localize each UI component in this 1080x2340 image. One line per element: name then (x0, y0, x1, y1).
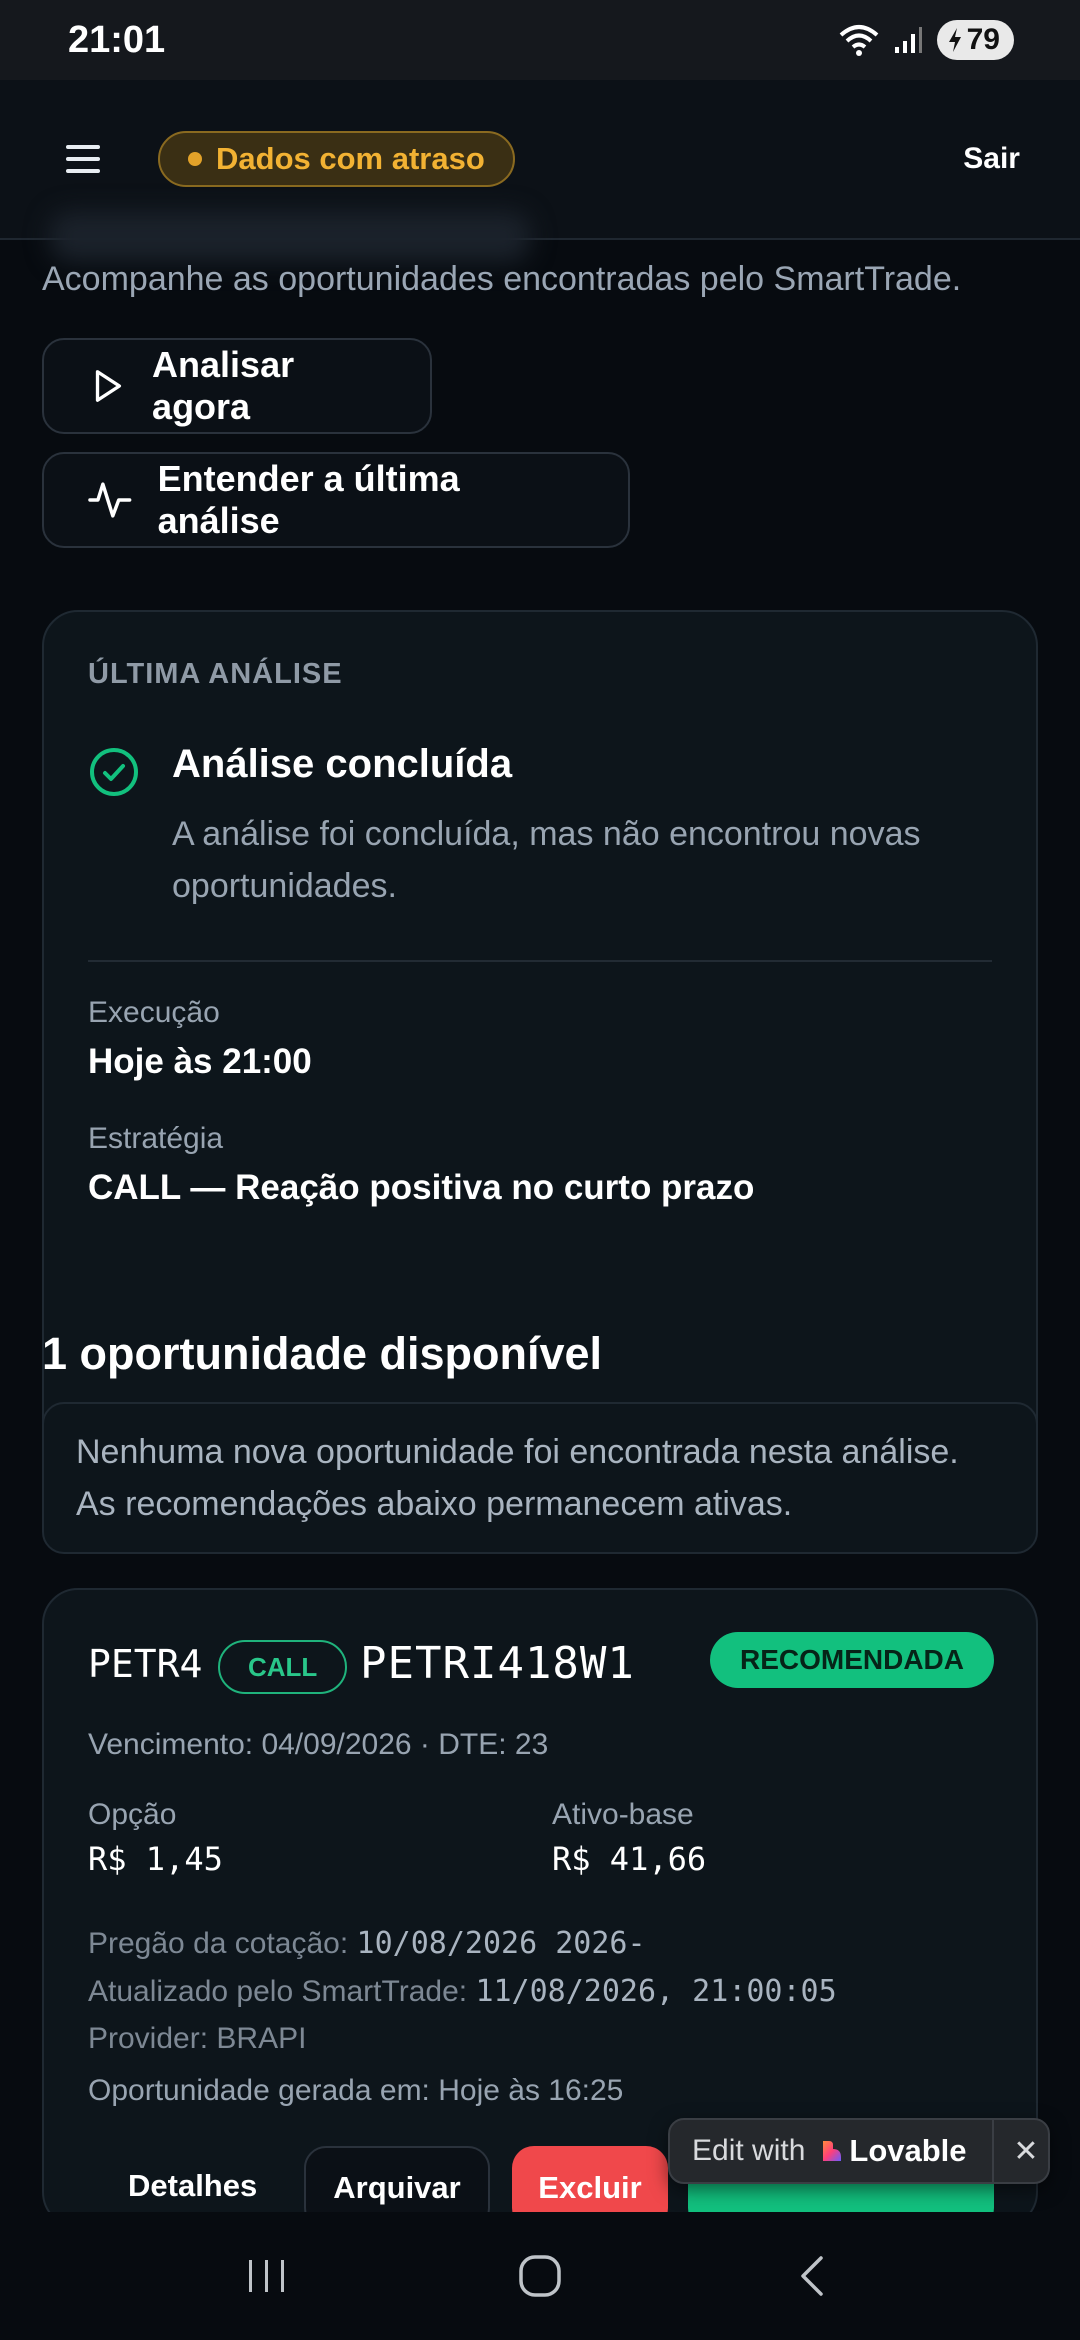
details-button[interactable]: Detalhes (128, 2168, 257, 2204)
execution-label: Execução (88, 996, 220, 1029)
close-icon[interactable]: ✕ (1006, 2129, 1046, 2173)
understand-analysis-label: Entender a última análise (157, 458, 460, 541)
updated-value: 11/08/2026, 21:00:05 (475, 1974, 837, 2009)
option-price-value: R$ 1,45 (88, 1840, 223, 1878)
generated-line: Oportunidade gerada em: Hoje às 16:25 (88, 2074, 624, 2107)
home-icon (519, 2255, 561, 2297)
underlying-value: R$ 41,66 (552, 1840, 707, 1878)
lovable-brand: Lovable (849, 2133, 967, 2168)
home-button[interactable] (500, 2236, 580, 2316)
opportunities-info: Nenhuma nova oportunidade foi encontrada… (42, 1402, 1038, 1554)
divider (88, 960, 992, 962)
understand-analysis-button[interactable]: Entender a última análise (42, 452, 630, 548)
activity-icon (88, 482, 132, 518)
delay-dot-icon (188, 152, 202, 166)
strategy-value: CALL — Reação positiva no curto prazo (88, 1168, 755, 1207)
lovable-heart-icon (823, 2141, 842, 2161)
status-bar: 21:01 79 (0, 0, 1080, 80)
quote-session-label: Pregão da cotação: (88, 1927, 349, 1960)
provider-line: Provider: BRAPI (88, 2022, 306, 2056)
status-time: 21:01 (68, 18, 166, 61)
edit-with-label: Edit with (692, 2134, 806, 2167)
battery-indicator: 79 (936, 20, 1014, 60)
back-button[interactable] (773, 2236, 853, 2316)
back-icon (801, 2256, 824, 2296)
quote-session-value: 10/08/2026 2026- (356, 1926, 646, 1961)
play-icon (95, 370, 122, 402)
option-code: PETRI418W1 (360, 1638, 635, 1689)
charging-icon (948, 28, 961, 52)
signal-icon (894, 27, 922, 53)
battery-level: 79 (966, 23, 1000, 56)
page-subtitle: Acompanhe as oportunidades encontradas p… (42, 260, 962, 298)
opportunities-title: 1 oportunidade disponível (42, 1328, 603, 1379)
analyze-now-label: Analisar agora (152, 344, 295, 427)
option-type-badge: CALL (218, 1640, 348, 1694)
execution-value: Hoje às 21:00 (88, 1042, 312, 1081)
lovable-edit-banner[interactable]: Edit with Lovable ✕ (668, 2118, 1050, 2184)
divider (992, 2120, 994, 2182)
last-analysis-heading: ÚLTIMA ANÁLISE (88, 658, 343, 690)
recent-apps-button[interactable] (227, 2236, 307, 2316)
analysis-status-description: A análise foi concluída, mas não encontr… (172, 815, 921, 905)
quote-session-line: Pregão da cotação: 10/08/2026 2026- (88, 1926, 646, 1961)
provider-value: BRAPI (216, 2022, 307, 2055)
provider-label: Provider: (88, 2022, 209, 2055)
menu-button[interactable] (66, 137, 110, 181)
wifi-icon (839, 25, 878, 56)
delay-badge: Dados com atraso (158, 131, 515, 187)
recent-apps-icon (248, 2260, 284, 2292)
status-badge: RECOMENDADA (710, 1632, 994, 1688)
analyze-now-button[interactable]: Analisar agora (42, 338, 432, 434)
strategy-label: Estratégia (88, 1122, 224, 1155)
page-title-blurred (50, 212, 530, 262)
updated-line: Atualizado pelo SmartTrade: 11/08/2026, … (88, 1974, 837, 2009)
status-icons: 79 (839, 20, 1014, 60)
delay-badge-label: Dados com atraso (216, 141, 485, 176)
expiry-line: Vencimento: 04/09/2026 · DTE: 23 (88, 1728, 549, 1761)
underlying-label: Ativo-base (552, 1798, 694, 1831)
ticker: PETR4 (88, 1642, 203, 1686)
updated-label: Atualizado pelo SmartTrade: (88, 1975, 468, 2008)
option-price-label: Opção (88, 1798, 177, 1831)
hamburger-icon (66, 145, 100, 149)
check-circle-icon (90, 748, 138, 796)
system-nav-bar (0, 2212, 1080, 2340)
analysis-status-title: Análise concluída (172, 742, 513, 786)
logout-button[interactable]: Sair (963, 142, 1020, 176)
